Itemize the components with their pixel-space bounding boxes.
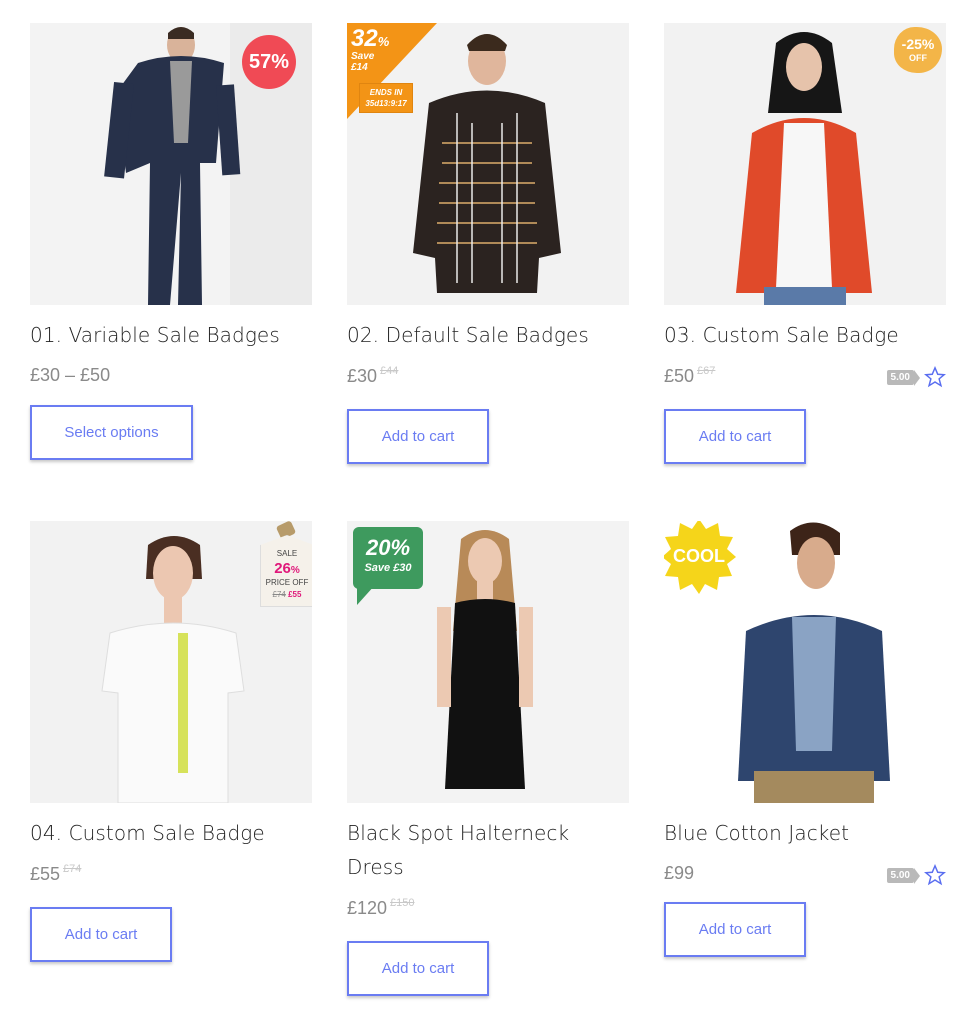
product-card: -25% OFF 03. Custom Sale Badge £50 £67 5.…: [664, 23, 946, 464]
product-image[interactable]: 20% Save £30: [347, 521, 629, 803]
add-to-cart-button[interactable]: Add to cart: [347, 409, 489, 464]
add-to-cart-button[interactable]: Add to cart: [664, 902, 806, 957]
star-icon[interactable]: [924, 864, 946, 886]
product-card: 20% Save £30 Black Spot Halterneck Dress…: [347, 521, 629, 996]
product-image[interactable]: 57%: [30, 23, 312, 305]
sale-badge-burst: COOL: [664, 521, 738, 595]
star-rating: 5.00: [886, 864, 946, 886]
star-rating: 5.00: [886, 366, 946, 388]
product-image[interactable]: COOL: [664, 521, 946, 803]
star-icon[interactable]: [924, 366, 946, 388]
add-to-cart-button[interactable]: Add to cart: [664, 409, 806, 464]
product-price: £120 £150: [347, 897, 415, 918]
sale-badge-blob: -25% OFF: [894, 27, 942, 73]
product-price: £30 – £50: [30, 365, 111, 385]
sale-badge-speech: 20% Save £30: [353, 527, 423, 607]
product-image[interactable]: 32% Save £14 ENDS IN 35d13:9:17: [347, 23, 629, 305]
product-price: £99: [664, 863, 695, 883]
sale-badge-tag: SALE 26% PRICE OFF £74 £55: [260, 521, 312, 607]
product-title[interactable]: 01. Variable Sale Badges: [30, 318, 280, 352]
product-price: £55 £74: [30, 863, 82, 884]
product-price: £30 £44: [347, 365, 399, 386]
product-price: £50 £67: [664, 365, 716, 386]
old-price: £150: [390, 897, 415, 909]
product-title[interactable]: 03. Custom Sale Badge: [664, 318, 899, 352]
old-price: £44: [380, 365, 399, 377]
old-price: £74: [63, 863, 82, 875]
sale-badge-circle: 57%: [242, 35, 296, 89]
product-image[interactable]: SALE 26% PRICE OFF £74 £55: [30, 521, 312, 803]
product-title[interactable]: Black Spot Halterneck Dress: [347, 816, 597, 884]
old-price: £67: [697, 365, 716, 377]
product-title[interactable]: Blue Cotton Jacket: [664, 816, 849, 850]
sale-badge-corner: 32% Save £14 ENDS IN 35d13:9:17: [347, 23, 437, 119]
rating-score: 5.00: [886, 867, 921, 884]
product-title[interactable]: 04. Custom Sale Badge: [30, 816, 265, 850]
rating-score: 5.00: [886, 369, 921, 386]
add-to-cart-button[interactable]: Add to cart: [30, 907, 172, 962]
product-card: SALE 26% PRICE OFF £74 £55 04. Custom Sa…: [30, 521, 312, 962]
add-to-cart-button[interactable]: Add to cart: [347, 941, 489, 996]
product-card: 32% Save £14 ENDS IN 35d13:9:17 02. Defa…: [347, 23, 629, 464]
product-card: COOL Blue Cotton Jacket £99 5.00 Add to …: [664, 521, 946, 957]
product-card: 57% 01. Variable Sale Badges £30 – £50 S…: [30, 23, 312, 460]
countdown-badge: ENDS IN 35d13:9:17: [359, 83, 413, 113]
product-title[interactable]: 02. Default Sale Badges: [347, 318, 589, 352]
product-image[interactable]: -25% OFF: [664, 23, 946, 305]
select-options-button[interactable]: Select options: [30, 405, 193, 460]
